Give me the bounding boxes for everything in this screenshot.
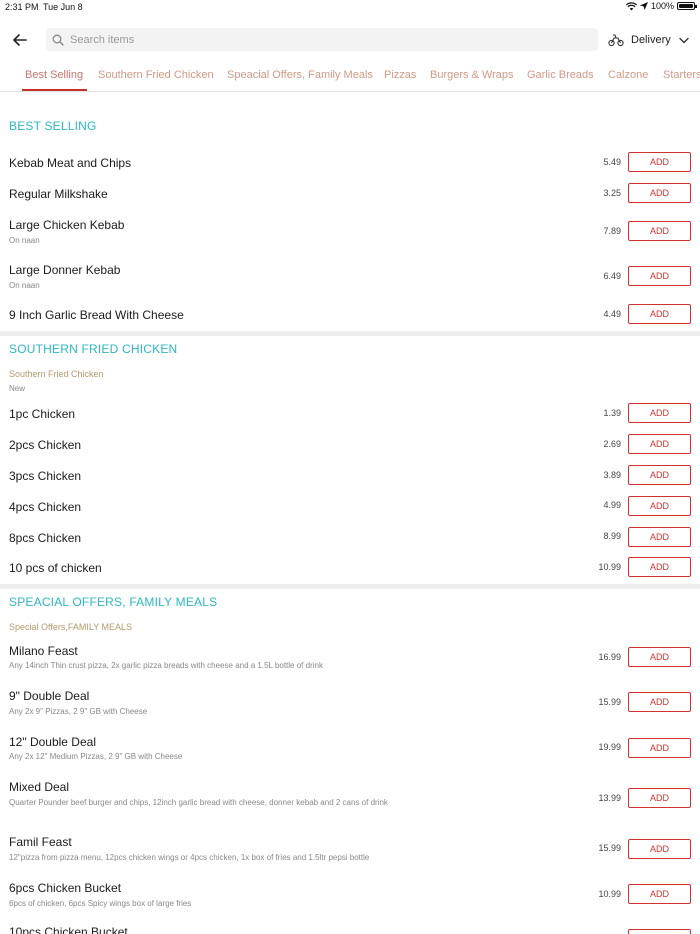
category-tabs: Best Selling Southern Fried Chicken Spea… [0,66,700,92]
add-button[interactable]: ADD [628,557,691,577]
section-title-southern-fried-chicken: SOUTHERN FRIED CHICKEN [9,342,178,356]
menu-item-name: Milano Feast [9,644,78,658]
add-button[interactable]: ADD [628,788,691,808]
battery-percent: 100% [650,1,674,11]
menu-item-description: Any 2x 9" Pizzas, 2 9" GB with Cheese [9,707,148,716]
add-button[interactable]: ADD [628,152,691,172]
status-right: 100% [625,1,697,11]
menu-item-name: 10 pcs of chicken [9,561,102,575]
menu-item-description: 12"pizza from pizza menu, 12pcs chicken … [9,853,370,862]
section-divider [0,584,700,589]
section-subtitle: Special Offers,FAMILY MEALS [9,622,133,632]
add-button[interactable]: ADD [628,434,691,454]
menu-item-description: Quarter Pounder beef burger and chips, 1… [9,798,388,807]
menu-item-name: 12" Double Deal [9,735,96,749]
menu-item-price: 4.49 [603,309,621,319]
menu-item-description: Any 2x 12" Medium Pizzas, 2 9" GB with C… [9,752,183,761]
menu-item-description: Any 14inch Thin crust pizza, 2x garlic p… [9,661,323,670]
battery-icon [677,2,697,10]
add-button[interactable]: ADD [628,527,691,547]
status-date: Tue Jun 8 [43,2,83,12]
add-button[interactable]: ADD [628,929,691,934]
tab-southern-fried-chicken[interactable]: Southern Fried Chicken [98,69,214,91]
menu-item-price: 2.69 [603,439,621,449]
add-button[interactable]: ADD [628,839,691,859]
add-button[interactable]: ADD [628,647,691,667]
add-button[interactable]: ADD [628,304,691,324]
chevron-down-icon [679,37,689,43]
add-button[interactable]: ADD [628,221,691,241]
menu-item-name: Regular Milkshake [9,187,108,201]
menu-item-name: 10pcs Chicken Bucket [9,925,128,934]
menu-item-name: Mixed Deal [9,780,70,794]
tab-calzone[interactable]: Calzone [608,69,648,91]
section-title-best-selling: BEST SELLING [9,119,97,133]
add-button[interactable]: ADD [628,884,691,904]
delivery-selector[interactable]: Delivery [608,30,689,50]
tab-garlic-breads[interactable]: Garlic Breads [527,69,594,91]
menu-item-name: 9 Inch Garlic Bread With Cheese [9,308,184,322]
menu-item-price: 6.49 [603,271,621,281]
tab-pizzas[interactable]: Pizzas [384,69,416,91]
status-bar: 2:31 PM Tue Jun 8 100% [0,0,700,14]
menu-item-description: 6pcs of chicken, 6pcs Spicy wings box of… [9,899,192,908]
menu-item-price: 4.99 [603,500,621,510]
location-arrow-icon [639,2,648,10]
tab-best-selling[interactable]: Best Selling [22,69,88,91]
add-button[interactable]: ADD [628,465,691,485]
menu-item-name: Famil Feast [9,835,72,849]
menu-item-price: 1.39 [603,408,621,418]
menu-item-name: Large Donner Kebab [9,263,121,277]
section-title-special-offers: SPEACIAL OFFERS, FAMILY MEALS [9,595,218,609]
menu-item-price: 16.99 [598,652,621,662]
add-button[interactable]: ADD [628,738,691,758]
status-time: 2:31 PM [5,2,39,12]
add-button[interactable]: ADD [628,496,691,516]
menu-item-name: 9" Double Deal [9,689,90,703]
menu-item-name: 4pcs Chicken [9,500,82,514]
menu-item-price: 5.49 [603,157,621,167]
menu-item-name: Kebab Meat and Chips [9,156,132,170]
scooter-icon [608,34,624,47]
section-note: New [9,384,26,393]
menu-item-name: 2pcs Chicken [9,438,82,452]
menu-item-description: On naan [9,236,40,245]
menu-item-name: 3pcs Chicken [9,469,82,483]
menu-item-description: On naan [9,281,40,290]
menu-item-name: 6pcs Chicken Bucket [9,881,122,895]
back-button[interactable] [10,30,30,50]
add-button[interactable]: ADD [628,403,691,423]
section-subtitle: Southern Fried Chicken [9,369,104,379]
wifi-icon [625,1,637,10]
delivery-label: Delivery [631,34,671,46]
menu-item-name: Large Chicken Kebab [9,218,125,232]
menu-item-price: 3.89 [603,470,621,480]
add-button[interactable]: ADD [628,183,691,203]
search-input[interactable] [70,33,570,46]
menu-item-name: 8pcs Chicken [9,531,82,545]
add-button[interactable]: ADD [628,266,691,286]
menu-item-price: 10.99 [598,562,621,572]
top-bar: Delivery [0,28,700,52]
menu-item-price: 3.25 [603,188,621,198]
add-button[interactable]: ADD [628,692,691,712]
tab-starters[interactable]: Starters [663,69,700,91]
menu-item-price: 13.99 [598,793,621,803]
section-divider [0,331,700,336]
tab-special-offers[interactable]: Speacial Offers, Family Meals [227,69,373,91]
menu-item-name: 1pc Chicken [9,407,76,421]
menu-item-price: 15.99 [598,697,621,707]
menu-item-price: 7.89 [603,226,621,236]
menu-item-price: 19.99 [598,742,621,752]
menu-item-price: 10.99 [598,889,621,899]
search-icon [52,34,64,46]
search-bar[interactable] [46,28,598,51]
tab-burgers-wraps[interactable]: Burgers & Wraps [430,69,514,91]
menu-item-price: 15.99 [598,843,621,853]
menu-item-price: 8.99 [603,531,621,541]
back-arrow-icon [13,34,27,46]
